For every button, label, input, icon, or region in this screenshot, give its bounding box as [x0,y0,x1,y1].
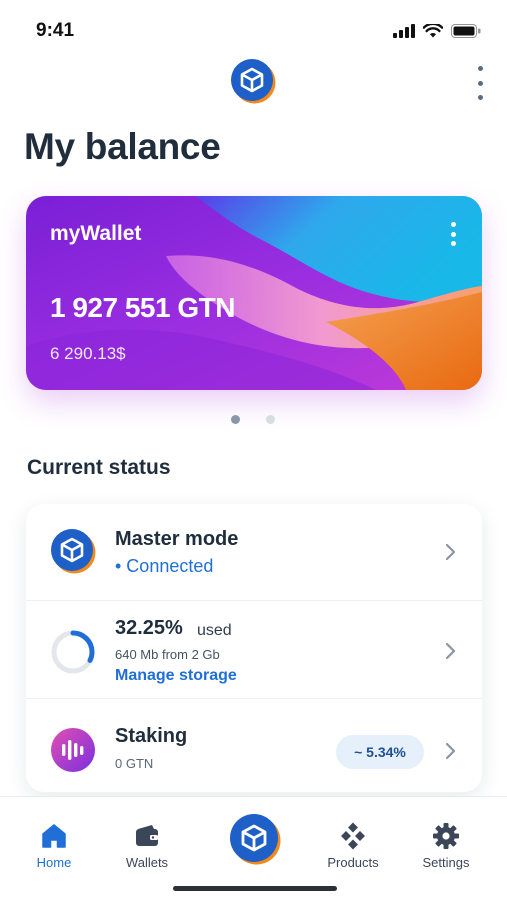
nav-home-label: Home [36,855,72,870]
bottom-nav: Home Wallets Products Settings [0,796,507,900]
chevron-right-icon [445,543,456,561]
current-status-card: Master mode • Connected 32.25% used 640 … [26,504,482,792]
wallet-more-button[interactable] [448,222,458,246]
page-title: My balance [24,126,221,167]
pager-dot-active[interactable] [231,415,240,424]
manage-storage-link[interactable]: Manage storage [115,667,237,685]
chevron-right-icon [445,742,456,760]
more-options-button[interactable] [470,66,490,100]
wifi-icon [423,24,443,38]
wallet-card[interactable]: myWallet 1 927 551 GTN 6 290.13$ [26,196,482,390]
wallet-icon [136,825,158,846]
nav-wallets[interactable]: Wallets [102,821,192,870]
more-dot [450,222,456,227]
more-dot [477,66,483,71]
wallet-usd-value: 6 290.13$ [50,344,126,363]
master-mode-icon [51,529,96,574]
nav-products[interactable]: Products [308,821,398,870]
nav-settings[interactable]: Settings [401,821,491,870]
section-title: Current status [27,456,171,479]
pager-dot[interactable] [266,415,275,424]
nav-home[interactable]: Home [9,821,99,870]
master-mode-row[interactable]: Master mode • Connected [26,504,482,600]
connection-status: • Connected [115,556,214,576]
brand-logo-icon[interactable] [230,58,276,104]
storage-row[interactable]: 32.25% used 640 Mb from 2 Gb Manage stor… [26,600,482,696]
nav-products-label: Products [327,855,379,870]
more-dot [450,241,456,246]
products-icon [341,822,365,850]
more-dot [477,80,483,86]
storage-used-label: used [197,622,232,639]
more-dot [450,231,456,237]
storage-detail: 640 Mb from 2 Gb [115,647,220,662]
staking-row[interactable]: Staking 0 GTN ~ 5.34% [26,698,482,792]
card-pager[interactable] [231,415,275,424]
battery-icon [451,24,481,38]
status-icons [393,24,481,38]
home-icon [42,824,66,848]
nav-wallets-label: Wallets [125,855,169,870]
home-indicator [173,886,337,891]
storage-used-percent: 32.25% [115,617,183,639]
status-bar: 9:41 [0,0,507,60]
wallet-name: myWallet [50,222,142,245]
storage-ring-icon [51,630,95,674]
nav-settings-label: Settings [422,855,470,870]
wallet-balance: 1 927 551 GTN [50,292,235,323]
staking-bars-icon [51,728,95,772]
status-time: 9:41 [36,20,75,41]
signal-icon [393,24,415,38]
staking-amount: 0 GTN [115,756,154,771]
master-mode-title: Master mode [115,528,239,550]
more-dot [477,95,483,100]
gear-icon [433,823,459,849]
brand-logo-icon[interactable] [229,813,281,865]
staking-title: Staking [115,725,188,747]
staking-apy-badge: ~ 5.34% [336,735,424,769]
chevron-right-icon [445,642,456,660]
